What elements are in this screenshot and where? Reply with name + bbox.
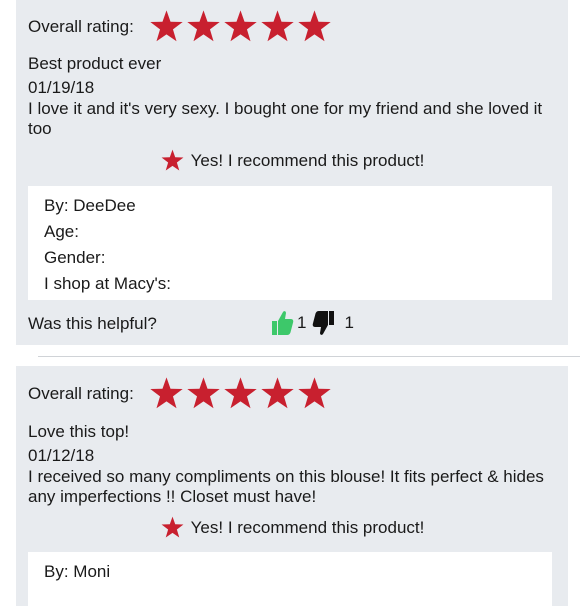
star-rating xyxy=(148,375,333,412)
review-card: Overall rating: Love this top! 01/12/18 … xyxy=(16,366,568,612)
star-icon xyxy=(224,377,257,409)
review-title: Love this top! xyxy=(28,422,130,441)
recommendation-text: Yes! I recommend this product! xyxy=(190,517,425,537)
overall-rating: Overall rating: xyxy=(28,8,333,45)
reviewer-name: By: Moni xyxy=(44,562,111,581)
star-icon xyxy=(261,377,294,409)
star-icon xyxy=(150,10,183,42)
review-title: Best product ever xyxy=(28,54,162,73)
recommendation: Yes! I recommend this product! xyxy=(16,148,568,173)
review-body: I love it and it's very sexy. I bought o… xyxy=(28,99,543,138)
helpful-label: Was this helpful? xyxy=(28,314,157,333)
star-icon xyxy=(161,516,184,538)
thumbs-up-icon[interactable] xyxy=(270,309,294,337)
thumbs-down-count: 1 xyxy=(344,313,354,332)
star-icon xyxy=(298,10,331,42)
reviewer-age: Age: xyxy=(44,222,79,241)
star-icon xyxy=(187,10,220,42)
review-body: I received so many compliments on this b… xyxy=(28,467,544,506)
review-date: 01/19/18 xyxy=(28,78,95,97)
recommendation-text: Yes! I recommend this product! xyxy=(190,150,425,170)
vote-controls: 1 1 xyxy=(270,309,360,337)
review-date: 01/12/18 xyxy=(28,446,95,465)
reviewer-shop: I shop at Macy's: xyxy=(44,274,172,293)
star-icon xyxy=(224,10,257,42)
review-divider xyxy=(38,356,580,357)
review-card: Overall rating: Best product ever 01/19/… xyxy=(16,0,568,345)
rating-label: Overall rating: xyxy=(28,16,134,36)
star-icon xyxy=(161,149,184,171)
star-icon xyxy=(187,377,220,409)
star-icon xyxy=(298,377,331,409)
star-rating xyxy=(148,8,333,45)
overall-rating: Overall rating: xyxy=(28,375,333,412)
reviewer-name: By: DeeDee xyxy=(44,196,136,215)
reviewer-gender: Gender: xyxy=(44,248,106,267)
star-icon xyxy=(261,10,294,42)
rating-label: Overall rating: xyxy=(28,383,134,403)
reviewer-info: By: Moni xyxy=(28,552,552,612)
reviewer-info: By: DeeDee Age: Gender: I shop at Macy's… xyxy=(28,186,552,300)
star-icon xyxy=(150,377,183,409)
thumbs-down-icon[interactable] xyxy=(312,309,336,337)
helpful-row: Was this helpful? 1 1 xyxy=(28,311,568,335)
recommendation: Yes! I recommend this product! xyxy=(16,515,568,540)
thumbs-up-count: 1 xyxy=(297,313,307,332)
